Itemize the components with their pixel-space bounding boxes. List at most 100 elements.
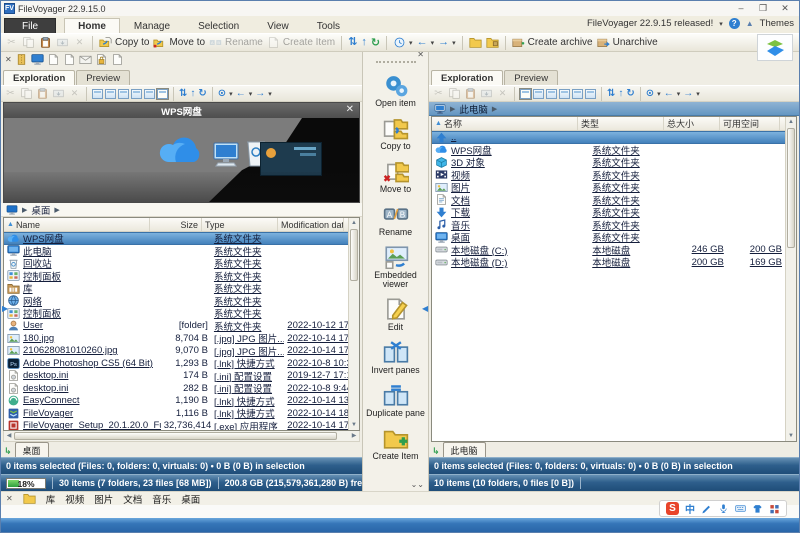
history-icon[interactable]: ⊙ xyxy=(218,87,226,100)
column-header-2[interactable]: Type xyxy=(202,218,278,231)
column-header-2[interactable]: 总大小 xyxy=(664,117,720,130)
scroll-thumb[interactable] xyxy=(350,229,358,281)
table-row[interactable]: FileVoyager1,116 B[.lnk] 快捷方式2022-10-14 … xyxy=(4,407,348,420)
table-row[interactable]: 网络系统文件夹 xyxy=(4,295,348,308)
left-vertical-scrollbar[interactable]: ▲ ▼ xyxy=(348,218,359,430)
table-row[interactable]: 控制面板系统文件夹 xyxy=(4,270,348,283)
table-row[interactable]: 图片系统文件夹 xyxy=(432,181,785,194)
dropdown-arrow-icon[interactable]: ▾ xyxy=(677,90,681,98)
swap-panes-icon[interactable]: ⇅ xyxy=(179,87,187,100)
move-to-button[interactable]: Move to xyxy=(153,36,205,49)
ribbon-tab-home[interactable]: Home xyxy=(64,18,120,33)
delete-icon[interactable]: ✕ xyxy=(496,87,509,100)
table-row[interactable]: PsAdobe Photoshop CS5 (64 Bit)1,293 B[.l… xyxy=(4,357,348,370)
action-create-item[interactable]: Create Item xyxy=(364,425,428,461)
collapse-right-splitter-icon[interactable]: ◀ xyxy=(422,301,429,317)
action-invert-panes[interactable]: Invert panes xyxy=(364,339,428,375)
flow-view-icon[interactable] xyxy=(585,89,596,99)
table-row[interactable]: 本地磁盘 (D:)本地磁盘200 GB169 GB xyxy=(432,256,785,269)
table-row[interactable]: 210628081010260.jpg9,070 B[.jpg] JPG 图片.… xyxy=(4,345,348,358)
minimize-button[interactable]: – xyxy=(730,2,752,15)
close-panel-icon[interactable]: ✕ xyxy=(417,52,424,58)
new-tab-icon[interactable]: ↳ xyxy=(4,446,12,457)
table-row[interactable]: desktop.ini174 B[.ini] 配置设置2019-12-7 17:… xyxy=(4,370,348,383)
scroll-thumb[interactable] xyxy=(787,128,795,248)
keyboard-icon[interactable] xyxy=(735,503,746,514)
table-row[interactable]: 本地磁盘 (C:)本地磁盘246 GB200 GB xyxy=(432,244,785,257)
forward-icon[interactable]: → xyxy=(683,87,693,100)
dropdown-arrow-icon[interactable]: ▾ xyxy=(268,90,272,98)
list-view-icon[interactable] xyxy=(131,89,142,99)
scroll-left-icon[interactable]: ◀ xyxy=(4,431,14,441)
action-duplicate-pane[interactable]: Duplicate pane xyxy=(364,382,428,418)
details-view-icon[interactable] xyxy=(520,89,531,99)
refresh-icon[interactable]: ↻ xyxy=(371,36,380,49)
small-icons-view-icon[interactable] xyxy=(546,89,557,99)
refresh-icon[interactable]: ↻ xyxy=(198,87,206,100)
forward-icon[interactable]: → xyxy=(255,87,265,100)
table-row[interactable]: 此电脑系统文件夹 xyxy=(4,245,348,258)
scroll-up-icon[interactable]: ▲ xyxy=(349,218,359,228)
grid-icon[interactable] xyxy=(769,503,780,514)
maximize-button[interactable]: ❒ xyxy=(752,2,774,15)
table-row[interactable]: 库系统文件夹 xyxy=(4,282,348,295)
location-tab[interactable]: 桌面 xyxy=(15,442,49,457)
flow-view-icon[interactable] xyxy=(157,89,168,99)
copy-to-button[interactable]: Copy to xyxy=(99,36,149,49)
table-row[interactable]: WPS网盘系统文件夹 xyxy=(432,144,785,157)
table-row[interactable]: 桌面系统文件夹 xyxy=(432,231,785,244)
column-header-1[interactable]: 类型 xyxy=(578,117,664,130)
collapse-left-splitter-icon[interactable]: ▶ xyxy=(2,301,9,317)
column-header-1[interactable]: Size xyxy=(150,218,202,231)
announcement-link[interactable]: FileVoyager 22.9.15 released! xyxy=(587,18,713,29)
action-open-item[interactable]: Open item xyxy=(364,72,428,108)
history-icon[interactable]: ⊙ xyxy=(646,87,654,100)
right-breadcrumb[interactable]: ▶ 此电脑 ▶ xyxy=(429,102,799,116)
forward-icon[interactable]: →▾ xyxy=(438,36,456,49)
mic-icon[interactable] xyxy=(718,503,729,514)
breadcrumb-item[interactable]: 桌面 xyxy=(31,203,50,217)
paste-icon[interactable] xyxy=(36,87,49,100)
favorite-link-库[interactable]: 库 xyxy=(46,492,56,506)
scroll-right-icon[interactable]: ▶ xyxy=(349,431,359,441)
scroll-thumb[interactable] xyxy=(14,432,337,440)
tab-preview[interactable]: Preview xyxy=(76,70,130,85)
back-icon[interactable]: ← xyxy=(236,87,246,100)
table-row[interactable]: .. xyxy=(432,131,785,144)
help-icon[interactable]: ? xyxy=(729,18,740,29)
breadcrumb-arrow-icon[interactable]: ▶ xyxy=(450,105,455,113)
table-row[interactable]: desktop.ini282 B[.ini] 配置设置2022-10-8 9:4… xyxy=(4,382,348,395)
tab-exploration[interactable]: Exploration xyxy=(431,70,503,85)
details-view-icon[interactable] xyxy=(92,89,103,99)
close-button[interactable]: ✕ xyxy=(774,2,796,15)
scroll-up-icon[interactable]: ▲ xyxy=(786,117,796,127)
paste-icon[interactable] xyxy=(464,87,477,100)
breadcrumb-item[interactable]: 此电脑 xyxy=(459,102,488,116)
close-icon[interactable]: ✕ xyxy=(5,55,12,64)
large-icons-view-icon[interactable] xyxy=(533,89,544,99)
dropdown-arrow-icon[interactable]: ▾ xyxy=(696,90,700,98)
announcement-dropdown-icon[interactable]: ▾ xyxy=(719,20,723,28)
table-row[interactable]: 控制面板系统文件夹 xyxy=(4,307,348,320)
column-header-3[interactable]: Modification date xyxy=(278,218,344,231)
favorite-link-桌面[interactable]: 桌面 xyxy=(181,492,200,506)
favorite-link-视频[interactable]: 视频 xyxy=(65,492,84,506)
action-move-to[interactable]: Move to xyxy=(364,158,428,194)
table-row[interactable]: 视频系统文件夹 xyxy=(432,169,785,182)
right-vertical-scrollbar[interactable]: ▲ ▼ xyxy=(785,117,796,441)
column-header-3[interactable]: 可用空间 xyxy=(720,117,780,130)
list-view-icon[interactable] xyxy=(559,89,570,99)
tab-exploration[interactable]: Exploration xyxy=(3,70,75,85)
dropdown-arrow-icon[interactable]: ▾ xyxy=(409,39,413,47)
action-copy-to[interactable]: Copy to xyxy=(364,115,428,151)
copy-icon[interactable] xyxy=(20,87,33,100)
sogou-logo-icon[interactable]: S xyxy=(666,502,679,515)
skin-icon[interactable] xyxy=(752,503,763,514)
unarchive-button[interactable]: Unarchive xyxy=(597,36,658,49)
location-tab[interactable]: 此电脑 xyxy=(443,442,486,457)
ribbon-tab-file[interactable]: File xyxy=(4,18,56,33)
table-row[interactable]: 文档系统文件夹 xyxy=(432,194,785,207)
table-row[interactable]: FileVoyager_Setup_20.1.20.0_Full.exe32,7… xyxy=(4,420,348,431)
scroll-down-icon[interactable]: ▼ xyxy=(786,431,796,441)
breadcrumb-arrow-icon[interactable]: ▶ xyxy=(54,206,59,214)
